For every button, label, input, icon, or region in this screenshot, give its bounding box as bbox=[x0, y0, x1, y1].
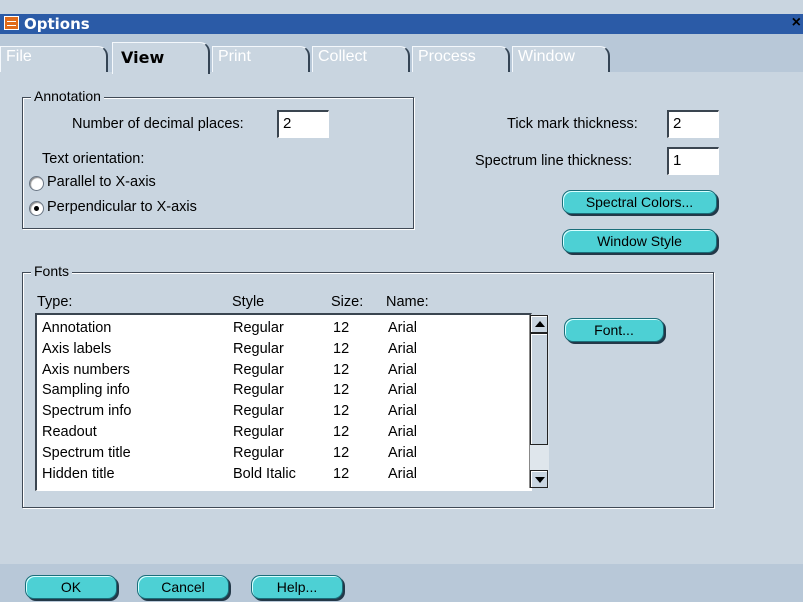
font-list[interactable]: Annotation Regular 12 Arial Axis labels Regul… bbox=[35, 313, 532, 491]
decimal-places-field[interactable]: 2 bbox=[277, 110, 329, 138]
font-list-row[interactable]: Spectrum info Regular 12 Arial bbox=[37, 401, 527, 422]
font-size-cell: 12 bbox=[333, 444, 350, 461]
font-name-cell: Arial bbox=[388, 382, 418, 399]
tab-process[interactable]: Process bbox=[412, 46, 510, 72]
font-size-cell: 12 bbox=[333, 320, 350, 336]
font-type-cell: Hidden title bbox=[42, 465, 115, 482]
font-type-cell: Annotation bbox=[42, 320, 112, 336]
font-list-row[interactable]: Hidden title Bold Italic 12 Arial bbox=[37, 464, 527, 485]
help-button[interactable]: Help... bbox=[251, 575, 343, 599]
font-name-cell: Arial bbox=[388, 444, 418, 461]
scroll-thumb[interactable] bbox=[530, 333, 548, 445]
font-style-cell: Regular bbox=[233, 340, 284, 357]
close-icon[interactable]: × bbox=[792, 14, 801, 32]
font-style-cell: Regular bbox=[233, 320, 284, 336]
parallel-radio[interactable] bbox=[29, 176, 44, 191]
app-icon bbox=[4, 16, 19, 30]
font-type-cell: Spectrum title bbox=[42, 444, 131, 461]
font-style-cell: Bold Italic bbox=[233, 465, 296, 482]
fonts-legend: Fonts bbox=[31, 263, 73, 279]
font-list-scrollbar[interactable] bbox=[529, 315, 549, 488]
font-size-cell: 12 bbox=[333, 403, 350, 420]
font-size-cell: 12 bbox=[333, 361, 350, 378]
font-type-cell: Sampling info bbox=[42, 382, 130, 399]
font-type-cell: Spectrum info bbox=[42, 403, 132, 420]
tab-collect[interactable]: Collect bbox=[312, 46, 410, 72]
font-size-cell: 12 bbox=[333, 382, 350, 399]
perpendicular-radio-label[interactable]: Perpendicular to X-axis bbox=[47, 199, 197, 215]
font-list-row[interactable]: Readout Regular 12 Arial bbox=[37, 422, 527, 443]
spectrum-thickness-field[interactable]: 1 bbox=[667, 147, 719, 175]
style-column-header: Style bbox=[232, 294, 265, 310]
font-style-cell: Regular bbox=[233, 382, 284, 399]
font-size-cell: 12 bbox=[333, 465, 350, 482]
font-list-row[interactable]: Sampling info Regular 12 Arial bbox=[37, 380, 527, 401]
cancel-button[interactable]: Cancel bbox=[137, 575, 229, 599]
font-list-row[interactable]: Annotation Regular 12 Arial bbox=[37, 318, 527, 339]
font-name-cell: Arial bbox=[388, 424, 418, 440]
type-column-header: Type: bbox=[37, 294, 73, 310]
scroll-up-button[interactable] bbox=[530, 315, 548, 333]
tab-window[interactable]: Window bbox=[512, 46, 610, 72]
font-list-row[interactable]: Axis numbers Regular 12 Arial bbox=[37, 360, 527, 381]
name-column-header: Name: bbox=[386, 294, 429, 310]
font-list-row[interactable]: Axis labels Regular 12 Arial bbox=[37, 339, 527, 360]
tab-print[interactable]: Print bbox=[212, 46, 310, 72]
font-style-cell: Regular bbox=[233, 444, 284, 461]
font-list-row[interactable]: Spectrum title Regular 12 Arial bbox=[37, 443, 527, 464]
font-size-cell: 12 bbox=[333, 340, 350, 357]
font-name-cell: Arial bbox=[388, 340, 418, 357]
tick-thickness-field[interactable]: 2 bbox=[667, 110, 719, 138]
font-name-cell: Arial bbox=[388, 403, 418, 420]
spectral-colors-button[interactable]: Spectral Colors... bbox=[562, 190, 717, 214]
font-style-cell: Regular bbox=[233, 403, 284, 420]
tab-file[interactable]: File bbox=[0, 46, 108, 72]
font-size-cell: 12 bbox=[333, 424, 350, 440]
font-name-cell: Arial bbox=[388, 465, 418, 482]
spectrum-thickness-label: Spectrum line thickness: bbox=[475, 153, 633, 169]
window-title: Options bbox=[24, 15, 90, 33]
font-button[interactable]: Font... bbox=[564, 318, 664, 342]
text-orientation-label: Text orientation: bbox=[42, 151, 145, 167]
font-name-cell: Arial bbox=[388, 361, 418, 378]
arrow-down-icon bbox=[535, 477, 545, 483]
size-column-header: Size: bbox=[331, 294, 364, 310]
perpendicular-radio[interactable] bbox=[29, 201, 44, 216]
font-style-cell: Regular bbox=[233, 361, 284, 378]
decimal-places-label: Number of decimal places: bbox=[72, 116, 244, 132]
ok-button[interactable]: OK bbox=[25, 575, 117, 599]
tick-thickness-label: Tick mark thickness: bbox=[507, 116, 638, 132]
font-type-cell: Readout bbox=[42, 424, 97, 440]
font-type-cell: Axis numbers bbox=[42, 361, 130, 378]
bottom-bar bbox=[0, 564, 803, 602]
scroll-down-button[interactable] bbox=[530, 470, 548, 488]
annotation-legend: Annotation bbox=[31, 88, 104, 104]
font-type-cell: Axis labels bbox=[42, 340, 112, 357]
tab-strip: File View Print Collect Process Window bbox=[0, 34, 803, 74]
font-style-cell: Regular bbox=[233, 424, 284, 440]
parallel-radio-label[interactable]: Parallel to X-axis bbox=[47, 174, 156, 190]
arrow-up-icon bbox=[535, 321, 545, 327]
title-bar: Options × bbox=[0, 14, 803, 34]
font-name-cell: Arial bbox=[388, 320, 418, 336]
tab-view[interactable]: View bbox=[112, 42, 210, 74]
window-style-button[interactable]: Window Style bbox=[562, 229, 717, 253]
